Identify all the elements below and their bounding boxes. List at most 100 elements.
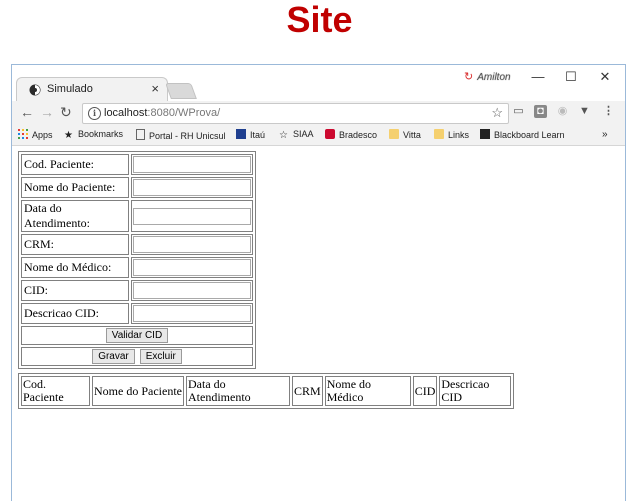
bookmark-label: Bookmarks [78,129,124,139]
new-tab-button[interactable] [165,83,197,99]
form-row: Nome do Paciente: [21,177,253,198]
form-row: Descricao CID: [21,303,253,324]
field-cell [131,154,253,175]
bookmark-siaa[interactable]: ☆ SIAA [279,129,314,141]
folder-icon [389,129,399,139]
sync-icon: ↻ [464,71,474,83]
minimize-button[interactable]: — [523,68,553,88]
descricao-cid-input[interactable] [133,305,251,322]
gravar-button[interactable]: Gravar [92,349,135,364]
column-header-cid: CID [412,376,438,406]
maximize-button[interactable]: ☐ [556,68,586,88]
page-icon [136,129,145,140]
crm-input[interactable] [133,236,251,253]
page-content: Cod. Paciente: Nome do Paciente: Data do… [12,146,625,501]
profile-name: Amilton [477,72,511,83]
url-path: :8080/WProva/ [147,107,221,119]
validar-cid-button[interactable]: Validar CID [105,328,169,343]
form-row: Validar CID [21,326,253,345]
column-header-data-atendimento: Data do Atendimento [186,376,290,406]
column-header-cod-paciente: Cod. Paciente [21,376,90,406]
bookmark-label: Blackboard Learn [494,130,565,140]
close-icon[interactable]: × [151,81,159,96]
form-row: Gravar Excluir [21,347,253,366]
tab-simulado[interactable]: Simulado × [16,77,168,102]
form-row: CRM: [21,234,253,255]
toolbar: ← → ↻ i localhost:8080/WProva/ ☆ ▭ ◘ ◉ ▼… [12,101,625,125]
bradesco-icon [325,129,335,139]
cod-paciente-input[interactable] [133,156,251,173]
column-header-nome-medico: Nome do Médico [324,376,411,406]
field-label-descricao-cid: Descricao CID: [21,303,129,324]
title-bar: Simulado × ↻ Amilton — ☐ ✕ [12,65,625,102]
url-text: localhost:8080/WProva/ [104,107,220,119]
field-cell [131,257,253,278]
nome-medico-input[interactable] [133,259,251,276]
form-row: Nome do Médico: [21,257,253,278]
form-row: Cod. Paciente: [21,154,253,175]
field-cell [131,177,253,198]
field-label-crm: CRM: [21,234,129,255]
patient-form: Cod. Paciente: Nome do Paciente: Data do… [18,151,256,369]
bookmark-label: Links [448,130,470,140]
bookmark-apps[interactable]: Apps [18,129,53,140]
nome-paciente-input[interactable] [133,179,251,196]
bookmark-label: Itaú [250,130,266,140]
back-button[interactable]: ← [20,104,34,120]
cid-input[interactable] [133,282,251,299]
bookmark-bradesco[interactable]: Bradesco [325,129,377,140]
validate-cell: Validar CID [21,326,253,345]
folder-icon [434,129,444,139]
field-label-nome-medico: Nome do Médico: [21,257,129,278]
itau-icon [236,129,246,139]
bookmark-label: Apps [32,130,53,140]
field-cell [131,234,253,255]
bookmark-links[interactable]: Links [434,129,469,140]
address-bar[interactable]: i localhost:8080/WProva/ ☆ [82,103,509,124]
vue-extension-icon[interactable]: ▼ [578,105,591,118]
blackboard-icon [480,129,490,139]
bookmark-itau[interactable]: Itaú [236,129,265,140]
column-header-nome-paciente: Nome do Paciente [92,376,184,406]
excluir-button[interactable]: Excluir [139,349,182,364]
star-filled-icon: ★ [64,130,73,141]
bookmarks-bar: Apps ★ Bookmarks Portal - RH Unicsul Itaú… [12,125,625,146]
column-header-descricao-cid: Descricao CID [439,376,512,406]
browser-window: Simulado × ↻ Amilton — ☐ ✕ ← → ↻ i localh… [11,64,626,501]
bookmark-portal-rh[interactable]: Portal - RH Unicsul [136,129,226,141]
star-icon[interactable]: ☆ [491,105,503,121]
form-row: Data do Atendimento: [21,200,253,232]
favicon-icon [29,84,41,96]
bookmarks-overflow-button[interactable]: » [602,129,608,140]
siaa-star-icon: ☆ [279,130,288,141]
bookmark-bookmarks[interactable]: ★ Bookmarks [64,129,123,141]
table-header-row: Cod. Paciente Nome do Paciente Data do A… [21,376,512,406]
form-row: CID: [21,280,253,301]
field-label-cid: CID: [21,280,129,301]
profile-button[interactable]: ↻ Amilton [464,70,511,83]
reload-button[interactable]: ↻ [60,104,72,121]
extension-icon[interactable]: ◘ [534,105,547,118]
bookmark-label: SIAA [293,129,314,139]
field-cell [131,280,253,301]
bookmark-label: Bradesco [339,130,378,140]
menu-icon[interactable]: ⋮ [602,105,615,118]
cast-icon[interactable]: ▭ [512,105,525,118]
url-host: localhost [104,107,148,119]
actions-cell: Gravar Excluir [21,347,253,366]
bookmark-vitta[interactable]: Vitta [389,129,421,140]
apps-grid-icon [18,129,28,139]
slide-title: Site [286,0,353,40]
tab-title: Simulado [47,83,93,95]
bookmark-label: Portal - RH Unicsul [149,131,226,141]
bookmark-label: Vitta [403,130,421,140]
field-cell [131,200,253,232]
column-header-crm: CRM [292,376,323,406]
bookmark-blackboard[interactable]: Blackboard Learn [480,129,565,140]
info-icon[interactable]: i [88,107,101,120]
close-window-button[interactable]: ✕ [590,68,620,88]
data-atendimento-input[interactable] [133,207,251,225]
extension-grey-icon[interactable]: ◉ [556,105,569,118]
forward-button[interactable]: → [40,104,54,120]
field-label-data-atendimento: Data do Atendimento: [21,200,129,232]
